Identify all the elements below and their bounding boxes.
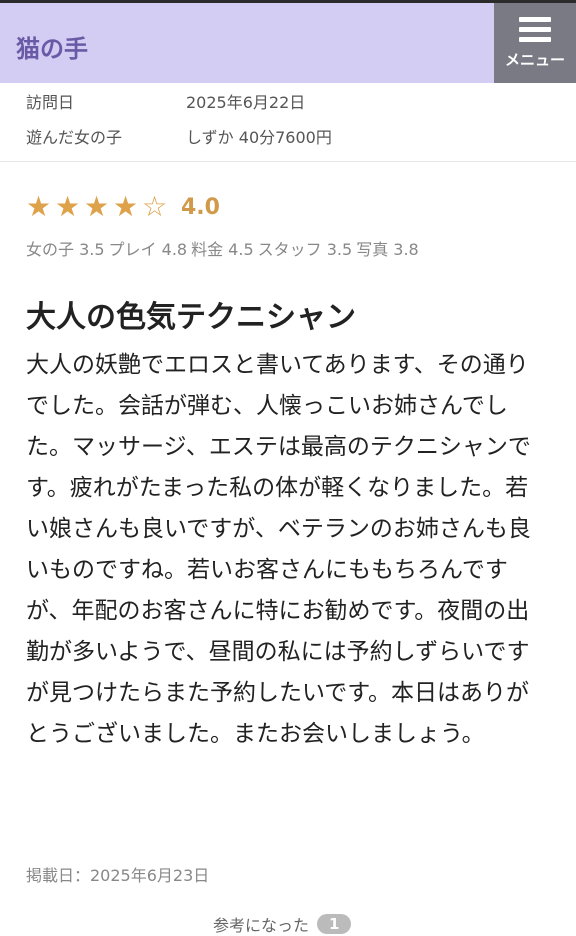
posted-date: 掲載日：2025年6月23日 bbox=[26, 866, 210, 885]
girl-value: しずか 40分7600円 bbox=[186, 128, 332, 147]
review-title: 大人の色気テクニシャン bbox=[26, 300, 356, 335]
hamburger-icon bbox=[519, 16, 551, 43]
site-header: 猫の手 メニュー bbox=[0, 3, 576, 83]
subscore-staff: スタッフ 3.5 bbox=[257, 240, 353, 259]
helpful-label: 参考になった bbox=[213, 916, 310, 935]
menu-button[interactable]: メニュー bbox=[494, 3, 576, 83]
star-filled-icon: ★ bbox=[83, 190, 110, 223]
brand-logo[interactable]: 猫の手 bbox=[16, 29, 88, 64]
girl-row: 遊んだ女の子 しずか 40分7600円 bbox=[0, 124, 576, 154]
star-empty-icon: ☆ bbox=[141, 190, 168, 223]
subscore-play: プレイ 4.8 bbox=[108, 240, 188, 259]
helpful-button[interactable]: 参考になった 1 bbox=[213, 912, 352, 936]
visit-date-row: 訪問日 2025年6月22日 bbox=[0, 89, 576, 119]
star-filled-icon: ★ bbox=[54, 190, 81, 223]
subscores: 女の子 3.5 プレイ 4.8 料金 4.5 スタッフ 3.5 写真 3.8 bbox=[26, 236, 419, 260]
girl-label: 遊んだ女の子 bbox=[26, 128, 123, 147]
star-rating: ★ ★ ★ ★ ☆ bbox=[24, 192, 169, 222]
visit-info: 訪問日 2025年6月22日 遊んだ女の子 しずか 40分7600円 bbox=[0, 83, 576, 162]
star-filled-icon: ★ bbox=[112, 190, 139, 223]
review-body: 大人の妖艶でエロスと書いてあります、その通りでした。会話が弾む、人懐っこいお姉さ… bbox=[26, 352, 531, 747]
visit-date-label: 訪問日 bbox=[26, 93, 75, 112]
menu-label: メニュー bbox=[504, 50, 565, 69]
subscore-price: 料金 4.5 bbox=[191, 240, 254, 259]
star-filled-icon: ★ bbox=[25, 190, 52, 223]
visit-date-value: 2025年6月22日 bbox=[186, 93, 306, 112]
rating-score: 4.0 bbox=[181, 194, 220, 220]
subscore-girl: 女の子 3.5 bbox=[26, 240, 105, 259]
helpful-count: 1 bbox=[317, 914, 352, 934]
rating: ★ ★ ★ ★ ☆ 4.0 bbox=[24, 190, 220, 224]
subscore-photo: 写真 3.8 bbox=[356, 240, 419, 259]
